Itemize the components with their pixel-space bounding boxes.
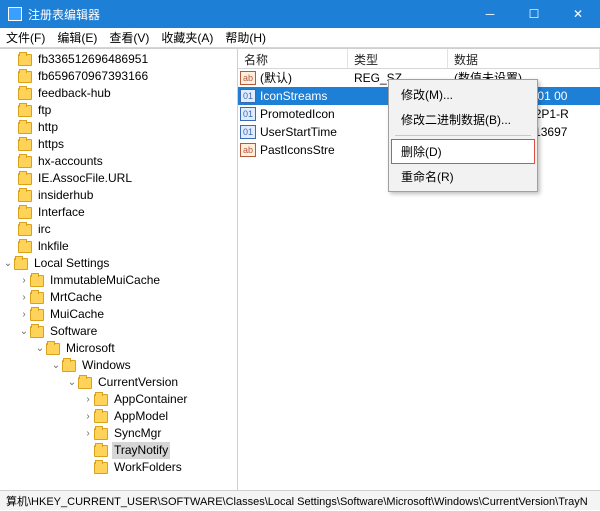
expand-icon[interactable]: › [82, 408, 94, 425]
window-controls: ─ ☐ ✕ [468, 0, 600, 28]
tree-item[interactable]: IE.AssocFile.URL [2, 170, 237, 187]
tree-item[interactable]: http [2, 119, 237, 136]
folder-icon [18, 139, 32, 151]
expand-icon[interactable]: › [18, 272, 30, 289]
tree-item[interactable]: Interface [2, 204, 237, 221]
binary-value-icon: 01 [240, 125, 256, 139]
menu-help[interactable]: 帮助(H) [225, 29, 266, 46]
content-area: fb336512696486951 fb659670967393166 feed… [0, 48, 600, 490]
folder-icon [18, 88, 32, 100]
expand-icon[interactable]: › [82, 425, 94, 442]
status-bar: 算机\HKEY_CURRENT_USER\SOFTWARE\Classes\Lo… [0, 490, 600, 510]
tree-item-selected[interactable]: TrayNotify [2, 442, 237, 459]
context-menu: 修改(M)... 修改二进制数据(B)... 删除(D) 重命名(R) [388, 79, 538, 192]
menu-file[interactable]: 文件(F) [6, 29, 45, 46]
tree-item[interactable]: ⌄Software [2, 323, 237, 340]
binary-value-icon: 01 [240, 89, 256, 103]
menu-favorites[interactable]: 收藏夹(A) [161, 29, 213, 46]
title-bar: 注册表编辑器 ─ ☐ ✕ [0, 0, 600, 28]
folder-icon [94, 411, 108, 423]
close-button[interactable]: ✕ [556, 0, 600, 28]
tree-item[interactable]: irc [2, 221, 237, 238]
header-data[interactable]: 数据 [448, 49, 600, 68]
tree-item[interactable]: ›AppContainer [2, 391, 237, 408]
expand-icon[interactable]: › [18, 306, 30, 323]
tree-item[interactable]: ›MuiCache [2, 306, 237, 323]
header-name[interactable]: 名称 [238, 49, 348, 68]
tree-item[interactable]: ftp [2, 102, 237, 119]
minimize-button[interactable]: ─ [468, 0, 512, 28]
list-rows: ab(默认) REG_SZ (数值未设置) 01IconStreams 00 0… [238, 69, 600, 490]
folder-icon [30, 275, 44, 287]
folder-icon [30, 309, 44, 321]
tree-item[interactable]: fb336512696486951 [2, 51, 237, 68]
window-title: 注册表编辑器 [28, 6, 468, 23]
folder-icon [30, 326, 44, 338]
tree-item[interactable]: feedback-hub [2, 85, 237, 102]
folder-icon [18, 190, 32, 202]
expand-icon[interactable]: › [18, 289, 30, 306]
tree-panel[interactable]: fb336512696486951 fb659670967393166 feed… [0, 49, 238, 490]
menu-view[interactable]: 查看(V) [109, 29, 149, 46]
tree-item[interactable]: ›MrtCache [2, 289, 237, 306]
menu-bar: 文件(F) 编辑(E) 查看(V) 收藏夹(A) 帮助(H) [0, 28, 600, 48]
folder-icon [46, 343, 60, 355]
collapse-icon[interactable]: ⌄ [34, 340, 46, 357]
folder-icon [18, 207, 32, 219]
expand-icon[interactable]: › [82, 391, 94, 408]
tree-item[interactable]: ›AppModel [2, 408, 237, 425]
tree-item[interactable]: ⌄Local Settings [2, 255, 237, 272]
tree-item[interactable]: lnkfile [2, 238, 237, 255]
folder-icon [14, 258, 28, 270]
menu-rename[interactable]: 重命名(R) [391, 164, 535, 189]
maximize-button[interactable]: ☐ [512, 0, 556, 28]
folder-icon [78, 377, 92, 389]
folder-icon [18, 122, 32, 134]
tree-item[interactable]: fb659670967393166 [2, 68, 237, 85]
menu-modify[interactable]: 修改(M)... [391, 82, 535, 107]
folder-icon [18, 105, 32, 117]
app-icon [8, 7, 22, 21]
values-panel: 名称 类型 数据 ab(默认) REG_SZ (数值未设置) 01IconStr… [238, 49, 600, 490]
list-header: 名称 类型 数据 [238, 49, 600, 69]
folder-icon [18, 156, 32, 168]
tree-item[interactable]: WorkFolders [2, 459, 237, 476]
string-value-icon: ab [240, 71, 256, 85]
menu-edit[interactable]: 编辑(E) [57, 29, 97, 46]
string-value-icon: ab [240, 143, 256, 157]
menu-delete[interactable]: 删除(D) [391, 139, 535, 164]
collapse-icon[interactable]: ⌄ [66, 374, 78, 391]
header-type[interactable]: 类型 [348, 49, 448, 68]
tree-item[interactable]: ›ImmutableMuiCache [2, 272, 237, 289]
folder-icon [18, 224, 32, 236]
folder-icon [30, 292, 44, 304]
folder-icon [94, 428, 108, 440]
menu-separator [395, 135, 531, 136]
folder-icon [62, 360, 76, 372]
status-path: 算机\HKEY_CURRENT_USER\SOFTWARE\Classes\Lo… [6, 493, 588, 509]
tree-item[interactable]: ⌄Microsoft [2, 340, 237, 357]
folder-icon [18, 241, 32, 253]
tree-item[interactable]: ⌄Windows [2, 357, 237, 374]
tree-item[interactable]: https [2, 136, 237, 153]
menu-modify-binary[interactable]: 修改二进制数据(B)... [391, 107, 535, 132]
binary-value-icon: 01 [240, 107, 256, 121]
collapse-icon[interactable]: ⌄ [50, 357, 62, 374]
folder-icon [18, 71, 32, 83]
tree-item[interactable]: ›SyncMgr [2, 425, 237, 442]
tree-item[interactable]: hx-accounts [2, 153, 237, 170]
collapse-icon[interactable]: ⌄ [2, 255, 14, 272]
folder-icon [94, 445, 108, 457]
collapse-icon[interactable]: ⌄ [18, 323, 30, 340]
folder-icon [18, 173, 32, 185]
folder-icon [94, 394, 108, 406]
folder-icon [18, 54, 32, 66]
tree-item[interactable]: ⌄CurrentVersion [2, 374, 237, 391]
folder-icon [94, 462, 108, 474]
tree-item[interactable]: insiderhub [2, 187, 237, 204]
